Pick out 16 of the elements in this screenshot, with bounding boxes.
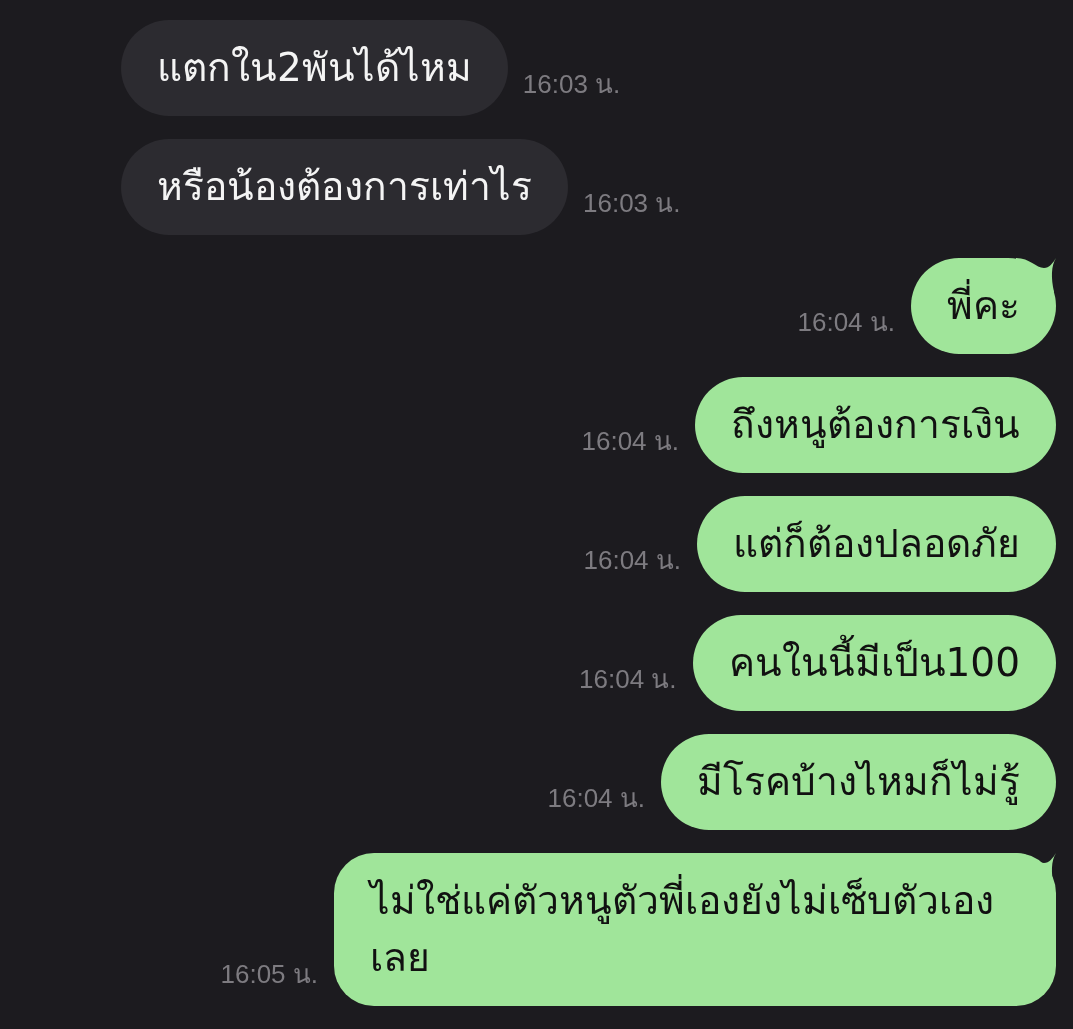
message-bubble: ไม่ใช่แค่ตัวหนูตัวพี่เองยังไม่เซ็บตัวเองเลย	[334, 853, 1056, 1006]
message-bubble: แตกใน2พันได้ไหม	[121, 20, 508, 116]
message-bubble: คนในนี้มีเป็น100	[692, 615, 1056, 711]
message-bubble: พี่คะ	[911, 258, 1056, 354]
message-time: 16:03 น.	[583, 187, 681, 220]
message-time: 16:03 น.	[522, 68, 621, 101]
message-time: 16:04 น.	[583, 544, 681, 577]
message-time: 16:04 น.	[547, 782, 645, 815]
message-time: 16:05 น.	[220, 958, 318, 991]
message-bubble: ถึงหนูต้องการเงิน	[695, 377, 1056, 473]
message-bubble: มีโรคบ้างไหมก็ไม่รู้	[661, 734, 1056, 830]
message-bubble: หรือน้องต้องการเท่าไร	[121, 139, 568, 235]
message-bubble: แต่ก็ต้องปลอดภัย	[697, 496, 1056, 592]
message-time: 16:04 น.	[797, 306, 895, 339]
message-time: 16:04 น.	[579, 663, 677, 696]
message-time: 16:04 น.	[581, 425, 679, 458]
